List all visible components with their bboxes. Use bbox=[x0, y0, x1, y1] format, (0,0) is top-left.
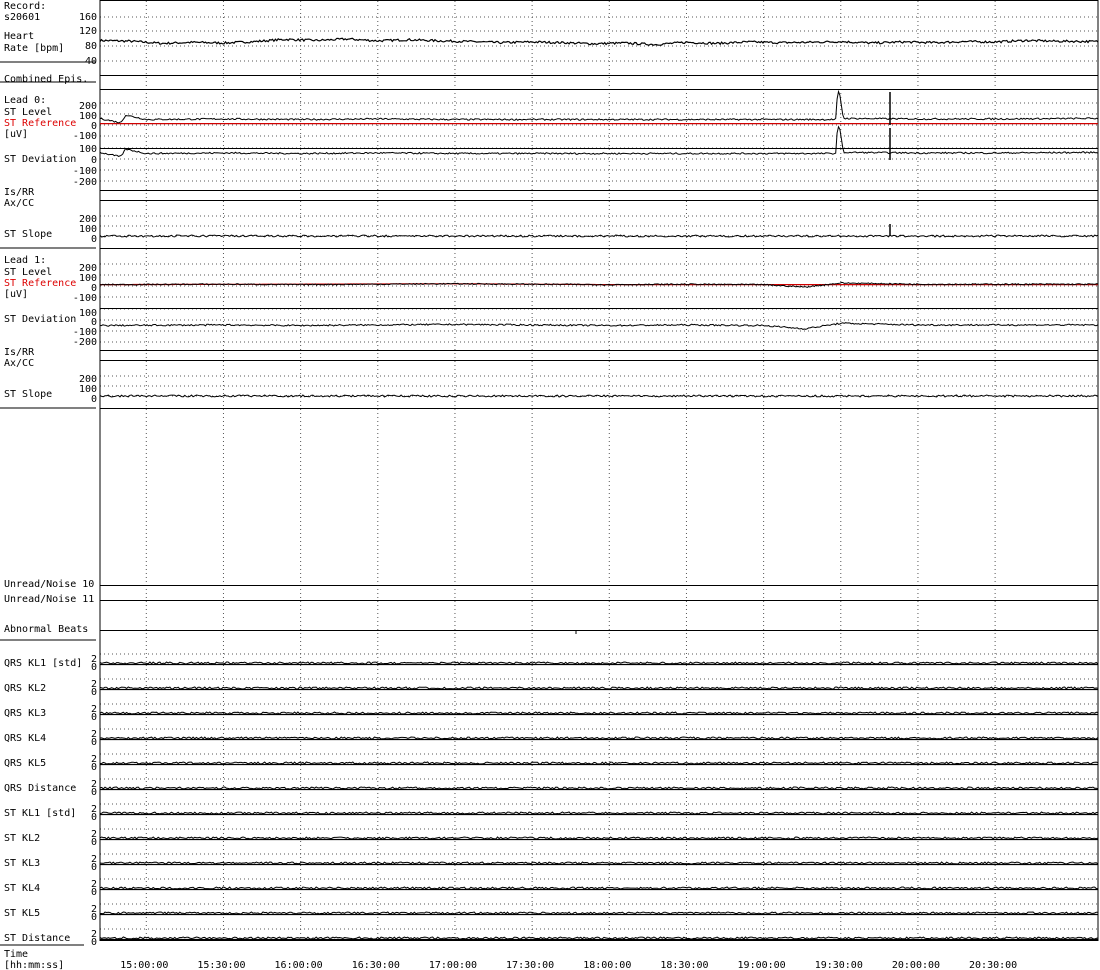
record-chart: Record: s20601 HeartRate [bpm] 160 120 80 40… bbox=[0, 0, 1099, 970]
record-label: Record: bbox=[4, 1, 46, 12]
time-tick-label: 20:00:00 bbox=[892, 960, 940, 970]
y-tick-l0_level: -100 bbox=[73, 131, 97, 142]
panel-label-l0_level: ST Reference bbox=[4, 118, 76, 129]
time-axis: 15:00:00 15:30:00 16:00:00 16:30:00 17:00:00… bbox=[0, 944, 1017, 970]
panel-label-st_kl5: ST KL5 bbox=[4, 908, 40, 919]
time-tick-label: 15:00:00 bbox=[120, 960, 168, 970]
y-tick-hr: 160 bbox=[79, 12, 97, 23]
y-tick-qrs_kl3: 0 bbox=[91, 712, 97, 723]
panel-label-st_kl2: ST KL2 bbox=[4, 833, 40, 844]
panel-label-l0_dev: ST Deviation bbox=[4, 154, 76, 165]
panel-label-st_kl3: ST KL3 bbox=[4, 858, 40, 869]
trace-qrs_kl5 bbox=[99, 761, 1099, 765]
panel-label-l0_isrr: Is/RR bbox=[4, 187, 35, 198]
y-tick-l0_dev: 100 bbox=[79, 144, 97, 155]
time-tick-label: 17:00:00 bbox=[429, 960, 477, 970]
trace-qrs_dist bbox=[99, 786, 1099, 790]
panel-label-l0_slope: ST Slope bbox=[4, 229, 52, 240]
panel-label-st_kl4: ST KL4 bbox=[4, 883, 40, 894]
panel-label-abn: Abnormal Beats bbox=[4, 624, 88, 635]
trace-st_kl4 bbox=[99, 886, 1099, 890]
panel-label-l0_level: [uV] bbox=[4, 129, 28, 140]
time-tick-label: 18:30:00 bbox=[660, 960, 708, 970]
trace-qrs_kl2 bbox=[99, 686, 1099, 690]
trace-st_kl3 bbox=[99, 861, 1099, 865]
y-tick-qrs_kl1: 0 bbox=[91, 662, 97, 673]
time-tick-label: 18:00:00 bbox=[583, 960, 631, 970]
y-tick-st_kl5: 0 bbox=[91, 912, 97, 923]
lead1-st-deviation-trace bbox=[99, 322, 1099, 330]
panel-label-hr: Heart bbox=[4, 31, 34, 42]
y-tick-l1_level: -100 bbox=[73, 293, 97, 304]
time-tick-label: 19:30:00 bbox=[815, 960, 863, 970]
time-tick-label: 20:30:00 bbox=[969, 960, 1017, 970]
panel-label-qrs_kl1: QRS KL1 [std] bbox=[4, 658, 82, 669]
panel-label-qrs_kl2: QRS KL2 bbox=[4, 683, 46, 694]
panel-label-l1_level: [uV] bbox=[4, 289, 28, 300]
panel-label-st_dist: ST Distance bbox=[4, 933, 70, 944]
y-tick-qrs_dist: 0 bbox=[91, 787, 97, 798]
trace-qrs_kl3 bbox=[99, 711, 1099, 715]
panel-label-qrs_kl3: QRS KL3 bbox=[4, 708, 46, 719]
y-tick-hr: 120 bbox=[79, 26, 97, 37]
lead0-st-slope-trace bbox=[99, 234, 1099, 238]
record-id: s20601 bbox=[4, 12, 40, 23]
y-tick-l0_dev: 0 bbox=[91, 155, 97, 166]
panel-label-l1_axcc: Ax/CC bbox=[4, 358, 34, 369]
panel-label-l0_level: Lead 0: bbox=[4, 95, 46, 106]
lead1-st-slope-trace bbox=[99, 394, 1099, 398]
y-tick-st_kl1: 0 bbox=[91, 812, 97, 823]
y-tick-qrs_kl2: 0 bbox=[91, 687, 97, 698]
y-tick-l0_dev: -200 bbox=[73, 177, 97, 188]
y-tick-st_kl4: 0 bbox=[91, 887, 97, 898]
panel-label-qrs_kl5: QRS KL5 bbox=[4, 758, 46, 769]
time-tick-label: 16:00:00 bbox=[275, 960, 323, 970]
panel-label-l0_level: ST Level bbox=[4, 107, 52, 118]
time-tick-label: 16:30:00 bbox=[352, 960, 400, 970]
time-tick-label: 17:30:00 bbox=[506, 960, 554, 970]
panel-label-st_kl1: ST KL1 [std] bbox=[4, 808, 76, 819]
lead0-st-level-trace bbox=[99, 89, 1099, 124]
panel-label-qrs_dist: QRS Distance bbox=[4, 783, 76, 794]
panel-label-l1_dev: ST Deviation bbox=[4, 314, 76, 325]
panel-label-hr: Rate [bpm] bbox=[4, 43, 64, 54]
panel-label-epis: Combined Epis. bbox=[4, 74, 88, 85]
panel-label-l1_slope: ST Slope bbox=[4, 389, 52, 400]
panel-label-qrs_kl4: QRS KL4 bbox=[4, 733, 46, 744]
panel-label-l1_level: ST Reference bbox=[4, 278, 76, 289]
y-tick-l0_slope: 0 bbox=[91, 234, 97, 245]
y-tick-l1_dev: -200 bbox=[73, 337, 97, 348]
panel-label-noise11: Unread/Noise 11 bbox=[4, 594, 94, 605]
y-tick-st_kl3: 0 bbox=[91, 862, 97, 873]
lead0-st-deviation-trace bbox=[99, 125, 1099, 157]
panel-frame bbox=[0, 0, 1099, 941]
panel-label-l1_isrr: Is/RR bbox=[4, 347, 35, 358]
time-axis-label: Time bbox=[4, 949, 28, 960]
heart-rate-trace bbox=[99, 37, 1099, 46]
panel-label-l0_axcc: Ax/CC bbox=[4, 198, 34, 209]
panel-label-noise10: Unread/Noise 10 bbox=[4, 579, 94, 590]
trace-st_kl2 bbox=[99, 836, 1099, 840]
y-tick-st_kl2: 0 bbox=[91, 837, 97, 848]
trace-qrs_kl4 bbox=[99, 736, 1099, 740]
trace-st_kl1 bbox=[99, 811, 1099, 815]
time-axis-label: [hh:mm:ss] bbox=[4, 960, 64, 970]
grid-lines bbox=[100, 1, 1098, 940]
trace-qrs_kl1 bbox=[99, 661, 1099, 665]
y-tick-hr: 80 bbox=[85, 41, 97, 52]
y-tick-st_dist: 0 bbox=[91, 937, 97, 948]
y-tick-l0_dev: -100 bbox=[73, 166, 97, 177]
y-tick-l1_slope: 0 bbox=[91, 394, 97, 405]
plot-border bbox=[99, 0, 1099, 941]
y-tick-qrs_kl5: 0 bbox=[91, 762, 97, 773]
time-tick-label: 15:30:00 bbox=[197, 960, 245, 970]
panel-label-l1_level: Lead 1: bbox=[4, 255, 46, 266]
trace-st_kl5 bbox=[100, 911, 1099, 915]
time-tick-label: 19:00:00 bbox=[738, 960, 786, 970]
panel-label-l1_level: ST Level bbox=[4, 267, 52, 278]
y-tick-hr: 40 bbox=[85, 56, 97, 67]
panel-labels: Record: s20601 HeartRate [bpm] 160 120 80 40… bbox=[4, 1, 97, 948]
trace-st_dist bbox=[99, 936, 1099, 940]
y-tick-qrs_kl4: 0 bbox=[91, 737, 97, 748]
